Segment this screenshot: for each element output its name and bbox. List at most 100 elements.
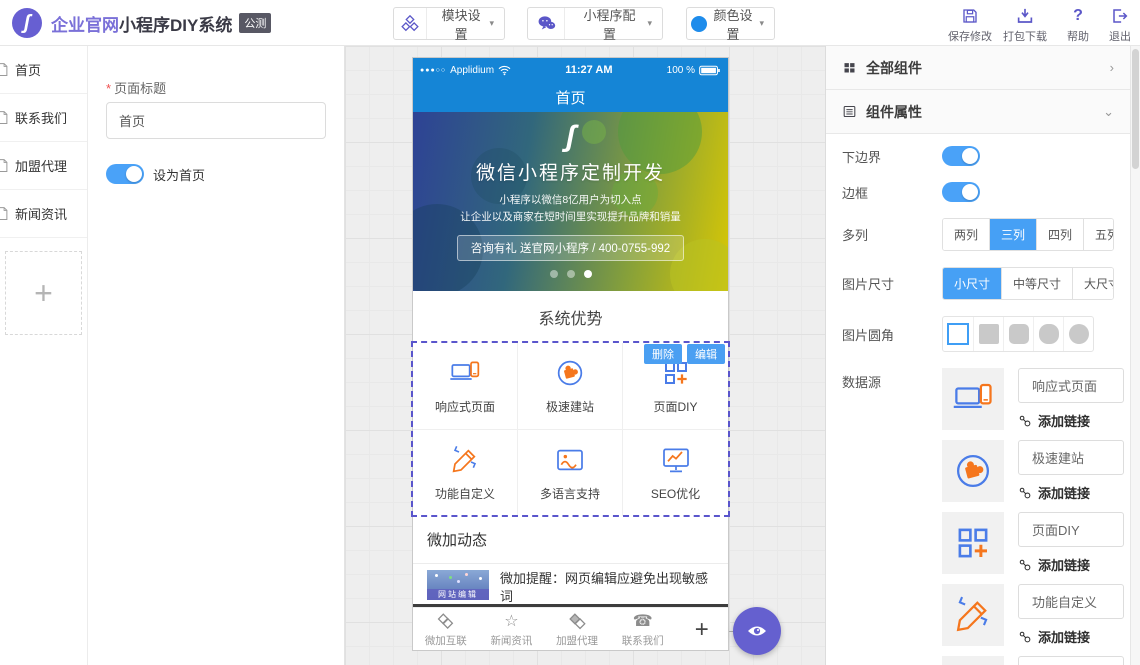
columns-option-5[interactable]: 五列	[1083, 219, 1114, 250]
ds-name-input[interactable]	[1018, 584, 1124, 619]
radius-rounder[interactable]	[1033, 317, 1063, 351]
miniprogram-config-label: 小程序配置	[565, 5, 647, 43]
adv-cell-label: 功能自定义	[435, 485, 495, 502]
edit-component-button[interactable]: 编辑	[687, 344, 725, 364]
wechat-icon	[528, 8, 565, 39]
color-settings-button[interactable]: 颜色设置 ▾	[686, 7, 775, 40]
bottom-border-toggle[interactable]	[942, 146, 980, 166]
page-list-sidebar: 首页 联系我们 加盟代理 新闻资讯 +	[0, 46, 88, 665]
tab-news[interactable]: ☆ 新闻资讯	[479, 608, 545, 651]
sidebar-item-label: 首页	[15, 60, 41, 79]
columns-option-4[interactable]: 四列	[1036, 219, 1083, 250]
app-title-primary: 企业官网	[51, 11, 119, 36]
page-doc-icon	[0, 110, 10, 125]
image-radius-label: 图片圆角	[842, 325, 942, 344]
link-icon	[1018, 558, 1032, 572]
image-size-small-selected[interactable]: 小尺寸	[943, 268, 1001, 299]
ds-name-input[interactable]	[1018, 368, 1124, 403]
add-link-button[interactable]: 添加链接	[1018, 627, 1124, 646]
link-icon	[1018, 630, 1032, 644]
radius-rounded[interactable]	[1003, 317, 1033, 351]
tab-add-button[interactable]: +	[676, 608, 729, 651]
help-icon: ?	[1059, 7, 1097, 25]
help-button[interactable]: ? 帮助	[1059, 7, 1097, 44]
component-properties-header[interactable]: 组件属性 ⌄	[826, 90, 1130, 134]
diamonds-icon	[436, 613, 455, 631]
tab-label: 加盟代理	[556, 633, 598, 648]
carrier-label: Applidium	[450, 65, 494, 76]
page-title-input[interactable]	[106, 102, 326, 139]
news-section-title: 微加动态	[413, 516, 728, 564]
data-source-label: 数据源	[842, 368, 942, 391]
set-home-toggle[interactable]	[106, 164, 144, 184]
image-size-large[interactable]: 大尺寸	[1072, 268, 1114, 299]
columns-option-3-selected[interactable]: 三列	[989, 219, 1036, 250]
tab-agent[interactable]: 加盟代理	[544, 608, 610, 651]
add-page-button[interactable]: +	[5, 251, 82, 335]
exit-button[interactable]: 退出	[1100, 7, 1140, 44]
image-size-medium[interactable]: 中等尺寸	[1001, 268, 1072, 299]
module-settings-label: 模块设置	[427, 5, 490, 43]
sidebar-item-news[interactable]: 新闻资讯	[0, 190, 87, 238]
radius-square[interactable]	[973, 317, 1003, 351]
add-link-button[interactable]: 添加链接	[1018, 411, 1124, 430]
download-icon	[999, 7, 1051, 25]
carousel-dot[interactable]	[550, 270, 558, 278]
page-doc-icon	[0, 62, 10, 77]
border-toggle[interactable]	[942, 182, 980, 202]
exit-icon	[1100, 7, 1140, 25]
carousel-dot-active[interactable]	[584, 270, 592, 278]
banner-carousel[interactable]: ʃ 微信小程序定制开发 小程序以微信8亿用户为切入点 让企业以及商家在短时间里实…	[413, 112, 728, 291]
phone-nav-bar: 首页	[413, 82, 728, 112]
border-label: 边框	[842, 183, 942, 202]
beta-badge: 公测	[239, 13, 271, 33]
preview-eye-button[interactable]	[733, 607, 781, 655]
scrollbar-thumb[interactable]	[1132, 49, 1139, 169]
advantage-section-title: 系统优势	[413, 291, 728, 343]
sidebar-item-agent[interactable]: 加盟代理	[0, 142, 87, 190]
delete-component-button[interactable]: 删除	[644, 344, 682, 364]
download-button[interactable]: 打包下载	[999, 7, 1051, 44]
adv-cell-fast-build[interactable]: 极速建站	[518, 343, 623, 430]
carousel-dot[interactable]	[567, 270, 575, 278]
add-link-button[interactable]: 添加链接	[1018, 483, 1124, 502]
radius-square-selected[interactable]	[943, 317, 973, 351]
add-link-button[interactable]: 添加链接	[1018, 555, 1124, 574]
radius-circle[interactable]	[1063, 317, 1093, 351]
color-settings-label: 颜色设置	[711, 5, 760, 43]
signal-dots-icon: ●●●○○	[420, 67, 446, 74]
chevron-right-icon: ›	[1110, 60, 1114, 75]
ds-name-input[interactable]	[1018, 512, 1124, 547]
news-list-item[interactable]: 网站编辑 微加提醒：网页编辑应避免出现敏感词 与极限词	[413, 564, 728, 604]
advantage-grid-component[interactable]: 响应式页面 极速建站 页面DIY 功能自定义 多语言支持 SEO优化	[413, 343, 728, 516]
adv-cell-custom-function[interactable]: 功能自定义	[413, 430, 518, 517]
chevron-down-icon: ⌄	[1103, 104, 1114, 120]
miniprogram-config-button[interactable]: 小程序配置 ▾	[527, 7, 663, 40]
sidebar-item-contact[interactable]: 联系我们	[0, 94, 87, 142]
banner-subtitle-2: 让企业以及商家在短时间里实现提升品牌和销量	[413, 209, 728, 224]
ds-name-input[interactable]	[1018, 656, 1124, 665]
all-components-header[interactable]: 全部组件 ›	[826, 46, 1130, 90]
tab-contact[interactable]: ☎ 联系我们	[610, 608, 676, 651]
sidebar-item-home[interactable]: 首页	[0, 46, 87, 94]
columns-segmented-control: 两列 三列 四列 五列	[942, 218, 1114, 251]
app-root: ʃ 企业官网 小程序DIY系统 公测 模块设置 ▾ 小程序配置 ▾ 颜色设置 ▾…	[0, 0, 1140, 665]
save-button[interactable]: 保存修改	[944, 7, 996, 44]
columns-option-2[interactable]: 两列	[943, 219, 989, 250]
adv-cell-seo[interactable]: SEO优化	[623, 430, 728, 517]
ds-name-input[interactable]	[1018, 440, 1124, 475]
page-settings-panel: *页面标题 设为首页	[88, 46, 345, 665]
app-title-secondary: 小程序DIY系统	[119, 11, 232, 36]
sidebar-item-label: 加盟代理	[15, 156, 67, 175]
eye-icon	[745, 619, 769, 643]
adv-cell-multi-language[interactable]: 多语言支持	[518, 430, 623, 517]
battery-label: 100 %	[667, 65, 695, 76]
custom-function-icon	[449, 444, 481, 476]
scrollbar-track[interactable]	[1130, 46, 1140, 665]
tab-weijia[interactable]: 微加互联	[413, 608, 479, 651]
sidebar-item-label: 新闻资讯	[15, 204, 67, 223]
link-icon	[1018, 486, 1032, 500]
module-settings-button[interactable]: 模块设置 ▾	[393, 7, 505, 40]
adv-cell-responsive[interactable]: 响应式页面	[413, 343, 518, 430]
news-thumbnail: 网站编辑	[427, 570, 489, 600]
